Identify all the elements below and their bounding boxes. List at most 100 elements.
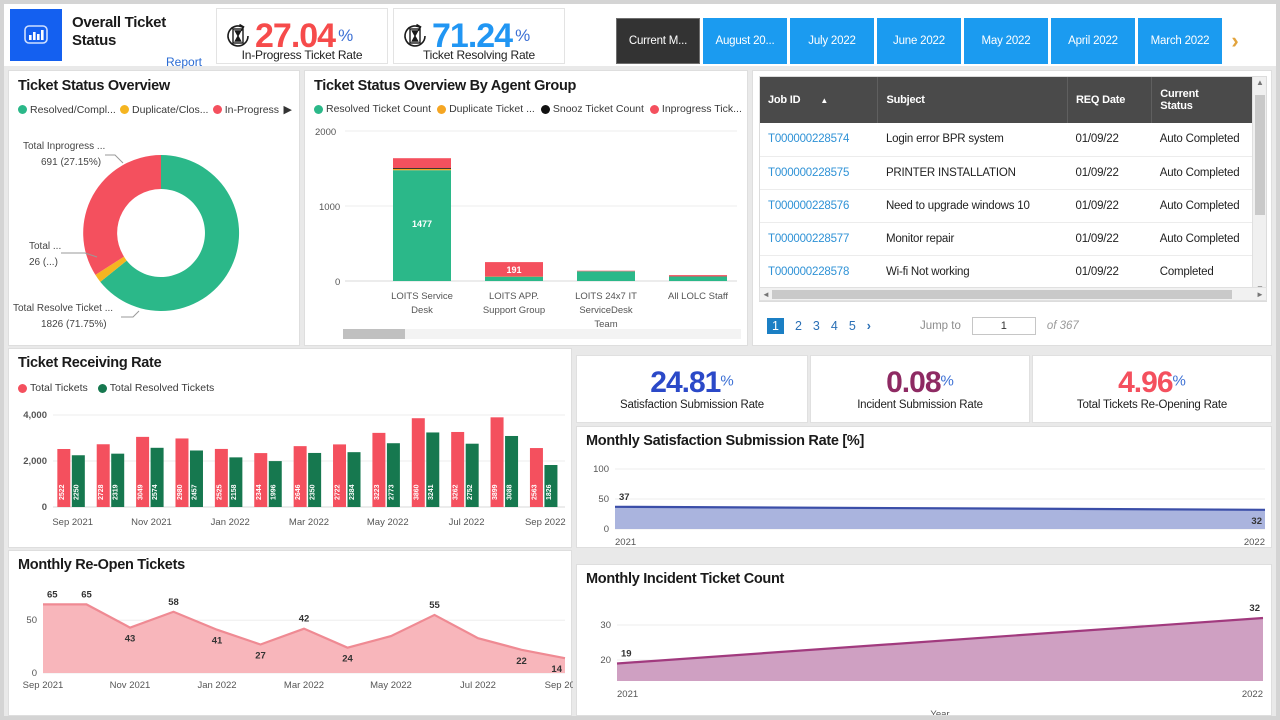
table-vscroll-thumb[interactable]: [1255, 95, 1265, 215]
bar-label-1477: 1477: [412, 219, 432, 229]
table-vscrollbar[interactable]: ▲ ▼: [1252, 77, 1266, 301]
svg-text:Mar 2022: Mar 2022: [284, 680, 324, 691]
scroll-up-icon[interactable]: ▲: [1253, 78, 1267, 94]
legend-swatch-total-tickets: [18, 384, 27, 393]
scroll-left-icon[interactable]: ◄: [760, 288, 772, 301]
month-tab-current[interactable]: Current M...: [616, 18, 700, 64]
satisfaction-area-chart: 050100373220212022Year: [577, 451, 1273, 549]
month-tab-july-2022[interactable]: July 2022: [790, 18, 874, 64]
svg-text:2728: 2728: [98, 484, 105, 500]
legend-item-inprogress-count[interactable]: Inprogress Tick...: [650, 103, 742, 115]
table-hscrollbar[interactable]: ◄ ►: [759, 287, 1267, 301]
month-tab-april-2022[interactable]: April 2022: [1051, 18, 1135, 64]
legend-item-total-resolved[interactable]: Total Resolved Tickets: [98, 382, 214, 394]
dashboard-header: Overall Ticket Status Report 27.04 % In-…: [4, 4, 1276, 66]
kpi-in-progress-ticket-rate[interactable]: 27.04 % In-Progress Ticket Rate: [216, 8, 388, 64]
table-col-current-status[interactable]: Current Status: [1152, 77, 1266, 123]
month-tab-august-2022[interactable]: August 20...: [703, 18, 787, 64]
svg-text:2980: 2980: [177, 484, 184, 500]
table-header-row: Job ID▲ Subject REQ Date Current Status: [760, 77, 1266, 123]
jump-to-input[interactable]: 1: [972, 317, 1036, 335]
month-tab-may-2022[interactable]: May 2022: [964, 18, 1048, 64]
cell-status: Auto Completed: [1152, 222, 1266, 255]
agent-group-hscroll-thumb[interactable]: [343, 329, 405, 339]
monthly-reopen-tickets-point-label: 22: [516, 656, 527, 667]
page-2-button[interactable]: 2: [795, 319, 802, 333]
agent-group-hscrollbar[interactable]: [343, 329, 741, 339]
kpi-ticket-resolving-rate[interactable]: 71.24 % Ticket Resolving Rate: [393, 8, 565, 64]
kpi-satisfaction-submission-rate[interactable]: 24.81% Satisfaction Submission Rate: [576, 355, 808, 423]
legend-item-total-tickets[interactable]: Total Tickets: [18, 382, 88, 394]
donut-callout-inprogress-title: Total Inprogress ...: [23, 141, 105, 152]
monthly-incident-ticket-count-area[interactable]: [617, 618, 1263, 681]
table-row[interactable]: T000000228574 Login error BPR system 01/…: [760, 123, 1266, 156]
scroll-right-icon[interactable]: ►: [1254, 288, 1266, 301]
donut-slice-inprogress[interactable]: [83, 155, 161, 275]
cell-req-date: 01/09/22: [1068, 123, 1152, 156]
agent-xtick-3-line3: Team: [594, 319, 617, 329]
kpi-incident-submission-rate[interactable]: 0.08% Incident Submission Rate: [810, 355, 1030, 423]
legend-item-duplicate[interactable]: Duplicate/Clos...: [120, 104, 208, 116]
bar-group-loits-24x7[interactable]: [577, 271, 635, 281]
legend-item-resolved[interactable]: Resolved/Compl...: [18, 104, 115, 116]
report-link[interactable]: Report: [166, 55, 202, 69]
cell-req-date: 01/09/22: [1068, 189, 1152, 222]
bar-group-all-lolc-staff[interactable]: [669, 275, 727, 281]
bar-group-loits-service-desk[interactable]: 1477: [393, 158, 451, 281]
kpi-satisfaction-unit: %: [720, 372, 733, 389]
panel-monthly-incident: Monthly Incident Ticket Count 2030193220…: [576, 564, 1272, 716]
monthly-incident-ticket-count-point-label: 32: [1249, 603, 1260, 614]
svg-text:20: 20: [600, 655, 611, 666]
legend-item-inprogress[interactable]: In-Progress: [213, 104, 279, 116]
cell-job-id[interactable]: T000000228575: [760, 156, 878, 189]
month-tab-june-2022[interactable]: June 2022: [877, 18, 961, 64]
cell-status: Auto Completed: [1152, 123, 1266, 156]
svg-text:2574: 2574: [152, 484, 159, 500]
page-1-button[interactable]: 1: [767, 318, 784, 334]
bar-group-loits-app-support[interactable]: 191: [485, 262, 543, 281]
chevron-right-icon[interactable]: ›: [867, 319, 871, 333]
page-5-button[interactable]: 5: [849, 319, 856, 333]
table-col-req-date[interactable]: REQ Date: [1068, 77, 1152, 123]
agent-xtick-4: All LOLC Staff: [668, 291, 728, 302]
month-tabs-next-icon[interactable]: ›: [1225, 18, 1245, 64]
cell-job-id[interactable]: T000000228574: [760, 123, 878, 156]
svg-text:2384: 2384: [349, 484, 356, 500]
caret-right-icon[interactable]: ▶: [284, 103, 292, 116]
legend-label-inprogress-count: Inprogress Tick...: [662, 103, 742, 115]
page-3-button[interactable]: 3: [813, 319, 820, 333]
table-row[interactable]: T000000228575 PRINTER INSTALLATION 01/09…: [760, 156, 1266, 189]
svg-text:Sep 2021: Sep 2021: [23, 680, 64, 691]
panel-ticket-receiving-rate: Ticket Receiving Rate Total Tickets Tota…: [8, 348, 572, 548]
svg-text:2022: 2022: [1242, 689, 1263, 700]
table-row[interactable]: T000000228578 Wi-fi Not working 01/09/22…: [760, 255, 1266, 288]
legend-swatch-resolved: [18, 105, 27, 114]
table-row[interactable]: T000000228576 Need to upgrade windows 10…: [760, 189, 1266, 222]
kpi-reopening-rate[interactable]: 4.96% Total Tickets Re-Opening Rate: [1032, 355, 1272, 423]
page-4-button[interactable]: 4: [831, 319, 838, 333]
legend-item-resolved-count[interactable]: Resolved Ticket Count: [314, 103, 431, 115]
donut-callout-resolved-title: Total Resolve Ticket ...: [13, 303, 113, 314]
satisfaction-title: Monthly Satisfaction Submission Rate [%]: [586, 433, 864, 449]
cell-job-id[interactable]: T000000228577: [760, 222, 878, 255]
table-hscroll-thumb[interactable]: [772, 290, 1232, 299]
kpi-reopening-caption: Total Tickets Re-Opening Rate: [1077, 399, 1227, 411]
month-tab-march-2022[interactable]: March 2022: [1138, 18, 1222, 64]
table-col-job-id[interactable]: Job ID▲: [760, 77, 878, 123]
legend-item-duplicate-count[interactable]: Duplicate Ticket ...: [437, 103, 535, 115]
cell-job-id[interactable]: T000000228576: [760, 189, 878, 222]
table-col-subject[interactable]: Subject: [878, 77, 1068, 123]
reopen-title: Monthly Re-Open Tickets: [18, 557, 185, 573]
cell-req-date: 01/09/22: [1068, 255, 1152, 288]
cell-job-id[interactable]: T000000228578: [760, 255, 878, 288]
legend-label-duplicate: Duplicate/Clos...: [132, 104, 208, 116]
cell-req-date: 01/09/22: [1068, 222, 1152, 255]
legend-swatch-snooz-count: [541, 105, 550, 114]
legend-item-snooz-count[interactable]: Snooz Ticket Count: [541, 103, 644, 115]
svg-text:2319: 2319: [113, 484, 120, 500]
svg-text:0: 0: [604, 524, 609, 535]
svg-text:2350: 2350: [310, 484, 317, 500]
agent-group-title: Ticket Status Overview By Agent Group: [314, 78, 576, 94]
table-row[interactable]: T000000228577 Monitor repair 01/09/22 Au…: [760, 222, 1266, 255]
monthly-reopen-tickets-point-label: 14: [551, 664, 562, 675]
